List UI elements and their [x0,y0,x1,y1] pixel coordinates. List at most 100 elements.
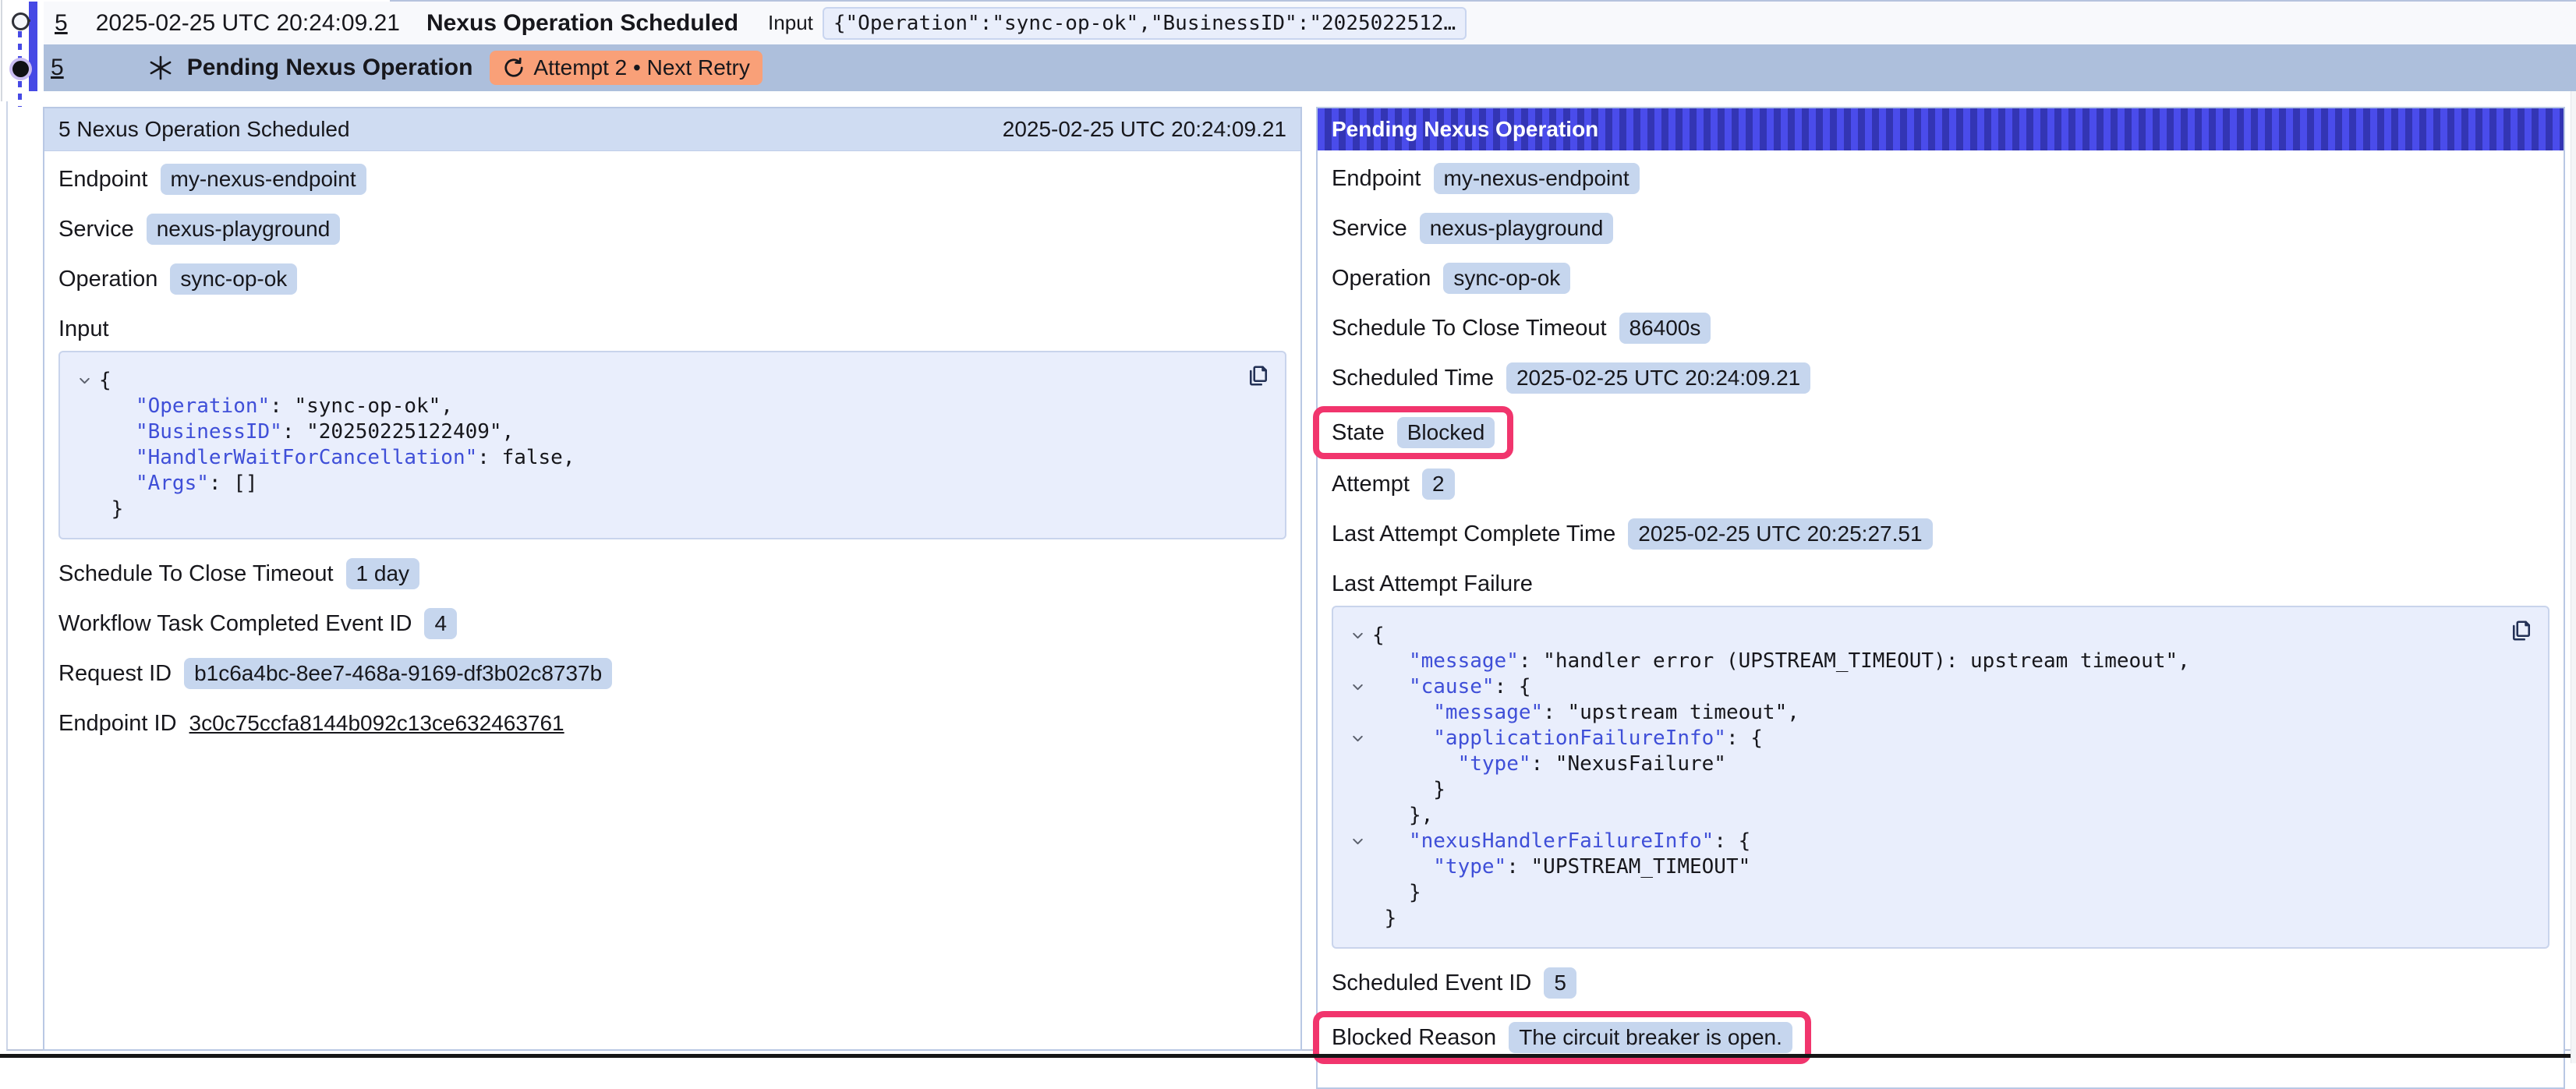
panel-title: 5 Nexus Operation Scheduled [58,117,350,142]
field-value-chip: 2025-02-25 UTC 20:24:09.21 [1506,362,1810,394]
field-label: Blocked Reason [1332,1025,1496,1051]
field-value-chip: The circuit breaker is open. [1509,1022,1792,1053]
field-schedule-to-close-timeout: Schedule To Close Timeout 1 day [58,558,1286,589]
field-label: Service [58,217,134,242]
code-line: } [1343,777,2534,803]
field-label: Schedule To Close Timeout [58,561,334,587]
retry-status-badge: Attempt 2 • Next Retry [490,51,762,85]
timeline-active-bar [29,2,37,91]
field-attempt: Attempt 2 [1332,468,2549,500]
event-id-link[interactable]: 5 [55,10,68,37]
collapse-chevron-icon[interactable] [1343,829,1372,854]
input-preview-chip[interactable]: {"Operation":"sync-op-ok","BusinessID":"… [823,7,1467,40]
copy-button[interactable] [2506,615,2537,649]
field-value-link[interactable]: 3c0c75ccfa8144b092c13ce632463761 [189,711,564,736]
field-request-id: Request IDb1c6a4bc-8ee7-468a-9169-df3b02… [58,658,1286,689]
code-line: "applicationFailureInfo": { [1343,726,2534,751]
field-service: Service nexus-playground [58,214,1286,245]
field-value-chip: sync-op-ok [170,263,297,295]
field-operation: Operationsync-op-ok [1332,263,2549,294]
code-line: } [69,497,1271,522]
code-line: "Args": [] [69,471,1271,497]
field-label: Attempt [1332,472,1410,497]
field-value-chip: nexus-playground [1420,213,1614,244]
field-value-chip: 2025-02-25 UTC 20:25:27.51 [1628,518,1932,550]
code-gutter [1343,649,1372,674]
field-value-chip: my-nexus-endpoint [1434,163,1640,194]
field-endpoint: Endpointmy-nexus-endpoint [58,164,1286,195]
code-field-input: Input { "Operation": "sync-op-ok", "Busin… [58,313,1286,539]
copy-icon [2507,617,2535,645]
panel-body: Endpoint my-nexus-endpoint Service nexus-pl… [1318,150,2564,1086]
code-text: "message": "upstream timeout", [1372,700,1799,726]
code-line: "type": "UPSTREAM_TIMEOUT" [1343,854,2534,880]
scrollbar-gutter[interactable] [2571,91,2576,1063]
input-label: Input [768,11,813,35]
code-gutter [1343,803,1372,829]
event-row-nexus-operation-scheduled[interactable]: 5 2025-02-25 UTC 20:24:09.21 Nexus Opera… [44,2,2576,44]
code-line: "Operation": "sync-op-ok", [69,394,1271,419]
event-timestamp: 2025-02-25 UTC 20:24:09.21 [96,10,400,37]
field-last-attempt-complete-time: Last Attempt Complete Time2025-02-25 UTC… [1332,518,2549,550]
collapse-chevron-icon[interactable] [1343,623,1372,649]
field-value-chip: 5 [1544,967,1576,999]
code-text: "nexusHandlerFailureInfo": { [1372,829,1750,854]
code-line: "message": "handler error (UPSTREAM_TIME… [1343,649,2534,674]
collapse-chevron-icon[interactable] [69,368,99,394]
code-field-last-attempt-failure: Last Attempt Failure { "message": "handle… [1332,568,2549,949]
code-gutter [69,419,99,445]
field-value-chip: b1c6a4bc-8ee7-468a-9169-df3b02c8737b [184,658,612,689]
code-gutter [1343,777,1372,803]
field-scheduled-time: Scheduled Time2025-02-25 UTC 20:24:09.21 [1332,362,2549,394]
code-text: "applicationFailureInfo": { [1372,726,1763,751]
collapse-chevron-icon[interactable] [1343,726,1372,751]
code-gutter [1343,751,1372,777]
bottom-divider [0,1054,2576,1058]
event-row-pending-nexus-operation[interactable]: 5 Pending Nexus Operation Attempt 2 • Ne… [44,44,2576,91]
panel-header-pending: Pending Nexus Operation [1318,108,2564,150]
pending-asterisk-icon [147,54,175,82]
event-id-link[interactable]: 5 [51,55,64,81]
code-text: "cause": { [1372,674,1531,700]
copy-icon [1244,362,1272,390]
code-gutter [69,445,99,471]
field-value-chip: 4 [424,608,457,639]
field-label: Scheduled Event ID [1332,971,1531,996]
field-value-chip: nexus-playground [147,214,341,245]
collapse-chevron-icon[interactable] [1343,674,1372,700]
panel-body: Endpointmy-nexus-endpoint Service nexus-pl… [44,151,1300,770]
field-operation: Operationsync-op-ok [58,263,1286,295]
code-line: } [1343,880,2534,906]
code-line: { [1343,623,2534,649]
code-gutter [69,394,99,419]
copy-button[interactable] [1243,360,1274,394]
field-service: Service nexus-playground [1332,213,2549,244]
left-edge-divider [1,0,2,101]
field-value-chip: 2 [1422,468,1455,500]
retry-icon [502,56,525,80]
json-code-viewer: { "message": "handler error (UPSTREAM_TI… [1332,606,2549,949]
field-label: Service [1332,216,1407,242]
field-label: Last Attempt Failure [1332,568,2549,599]
field-value-chip: 86400s [1619,313,1711,344]
field-value-chip: Blocked [1397,417,1495,448]
code-text: } [1372,906,1396,932]
field-schedule-to-close-timeout: Schedule To Close Timeout 86400s [1332,313,2549,344]
code-line: "nexusHandlerFailureInfo": { [1343,829,2534,854]
code-gutter [1343,700,1372,726]
code-line: "type": "NexusFailure" [1343,751,2534,777]
code-text: "BusinessID": "20250225122409", [99,419,514,445]
code-line: "cause": { [1343,674,2534,700]
code-text: "type": "NexusFailure" [1372,751,1726,777]
field-label: Endpoint [1332,166,1421,192]
code-text: { [1372,623,1385,649]
field-label: Schedule To Close Timeout [1332,316,1607,341]
json-code-viewer: { "Operation": "sync-op-ok", "BusinessID… [58,351,1286,539]
panel-title: Pending Nexus Operation [1332,117,1598,142]
field-workflow-task-completed-event-id: Workflow Task Completed Event ID4 [58,608,1286,639]
field-label: Input [58,313,1286,345]
code-gutter [69,471,99,497]
code-line: }, [1343,803,2534,829]
event-detail-panel-pending: Pending Nexus Operation Endpoint my-nexus… [1316,107,2565,1089]
field-value-chip: 1 day [346,558,420,589]
